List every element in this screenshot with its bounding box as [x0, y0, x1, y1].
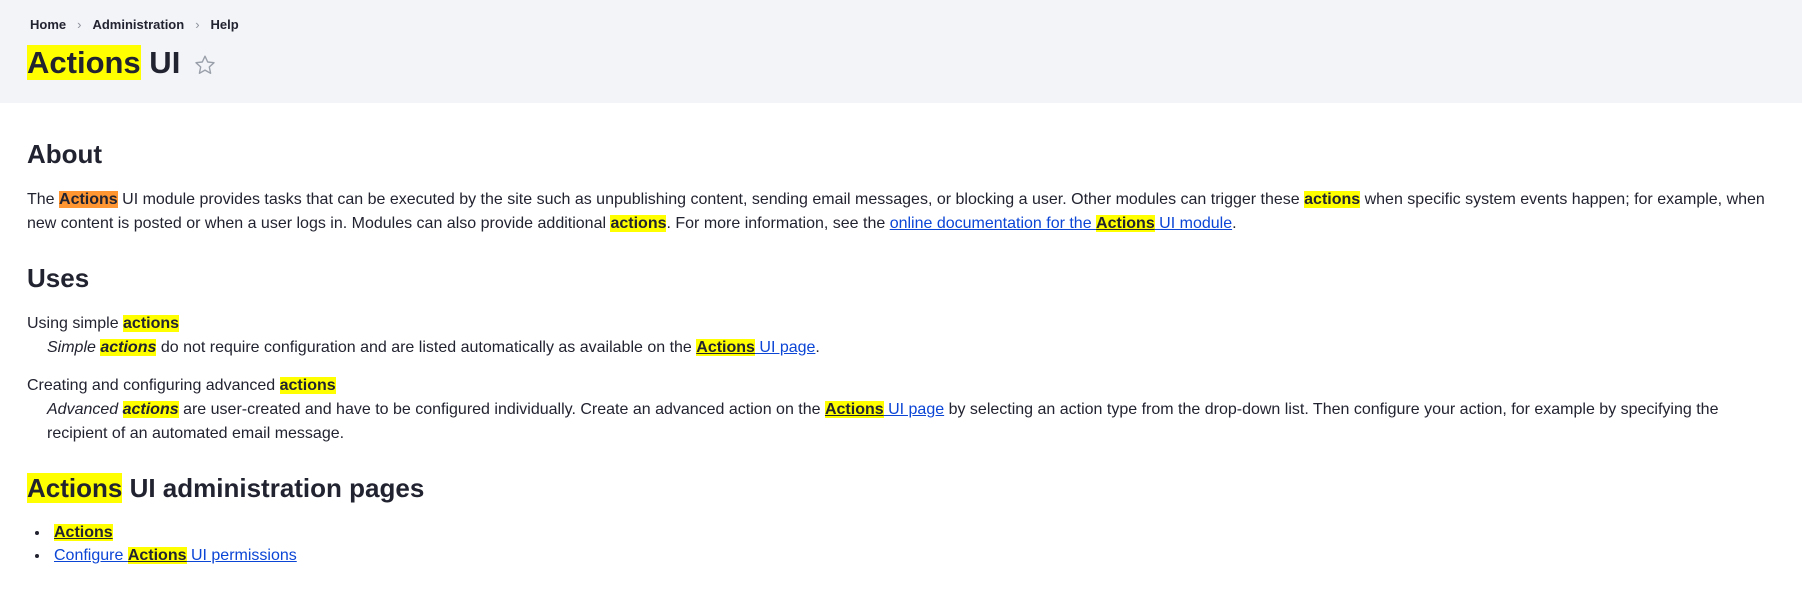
breadcrumb-separator-icon: ›: [77, 17, 82, 32]
favorite-star-button[interactable]: [193, 53, 217, 77]
inline-link[interactable]: online documentation for the: [890, 215, 1096, 232]
text-segment: Simple: [47, 339, 101, 356]
inline-link[interactable]: UI permissions: [187, 547, 297, 564]
inline-link[interactable]: UI page: [755, 339, 815, 356]
breadcrumb-separator-icon: ›: [195, 17, 200, 32]
uses-definition-simple-actions: Simple actions do not require configurat…: [47, 336, 1772, 360]
text-segment: Using simple: [27, 315, 124, 332]
inline-link[interactable]: Actions: [54, 524, 113, 541]
text-segment: do not require configuration and are lis…: [156, 339, 697, 356]
search-match-highlight: actions: [100, 339, 157, 356]
search-match-highlight: Actions: [27, 45, 141, 80]
star-icon: [195, 55, 216, 74]
page-title-text: Actions UI: [27, 44, 180, 82]
list-item: Configure Actions UI permissions: [50, 545, 1772, 566]
inline-link[interactable]: Configure: [54, 547, 128, 564]
search-match-highlight: actions: [1304, 191, 1361, 208]
uses-definition-advanced-actions: Advanced actions are user-created and ha…: [47, 398, 1772, 446]
text-segment: The: [27, 191, 60, 208]
breadcrumb-link-administration[interactable]: Administration: [92, 13, 184, 37]
about-heading: About: [27, 139, 103, 169]
breadcrumb: Home › Administration › Help: [30, 13, 1772, 37]
text-segment: Advanced: [47, 401, 123, 418]
inline-link[interactable]: Actions: [127, 547, 187, 564]
about-paragraph: The Actions UI module provides tasks tha…: [27, 188, 1772, 236]
section-uses: Uses Using simple actions Simple actions…: [27, 263, 1772, 446]
text-segment: UI administration pages: [122, 473, 425, 503]
uses-term-advanced-actions: Creating and configuring advanced action…: [27, 374, 1772, 398]
search-match-highlight: actions: [122, 401, 179, 418]
admin-pages-heading: Actions UI administration pages: [27, 473, 1772, 503]
breadcrumb-link-home[interactable]: Home: [30, 13, 66, 37]
text-segment: .: [1232, 215, 1237, 232]
list-item: Actions: [50, 522, 1772, 543]
inline-link[interactable]: Actions: [824, 401, 884, 418]
text-segment: . For more information, see the: [666, 215, 890, 232]
inline-link[interactable]: Actions: [1096, 215, 1155, 232]
search-match-highlight: Actions: [59, 191, 118, 208]
text-segment: UI module provides tasks that can be exe…: [117, 191, 1305, 208]
uses-term-simple-actions: Using simple actions: [27, 312, 1772, 336]
inline-link[interactable]: UI page: [884, 401, 944, 418]
uses-definition-list: Using simple actions Simple actions do n…: [27, 312, 1772, 446]
search-match-highlight: actions: [123, 315, 180, 332]
page-header: Home › Administration › Help Actions UI: [0, 0, 1802, 103]
inline-link[interactable]: Actions: [696, 339, 755, 356]
text-segment: .: [815, 339, 820, 356]
section-admin-pages: Actions UI administration pages Actions …: [27, 473, 1772, 566]
help-topic-content: About The Actions UI module provides tas…: [0, 103, 1802, 566]
breadcrumb-link-help[interactable]: Help: [211, 13, 239, 37]
admin-pages-link-list: Actions Configure Actions UI permissions: [33, 522, 1772, 566]
text-segment: UI: [140, 45, 181, 80]
section-about: About The Actions UI module provides tas…: [27, 139, 1772, 236]
search-match-highlight: actions: [279, 377, 336, 394]
inline-link[interactable]: UI module: [1155, 215, 1232, 232]
search-match-highlight: actions: [610, 215, 667, 232]
text-segment: are user-created and have to be configur…: [178, 401, 825, 418]
page-title: Actions UI: [27, 44, 1772, 82]
uses-heading: Uses: [27, 263, 90, 293]
text-segment: Creating and configuring advanced: [27, 377, 280, 394]
search-match-highlight: Actions: [27, 473, 123, 503]
